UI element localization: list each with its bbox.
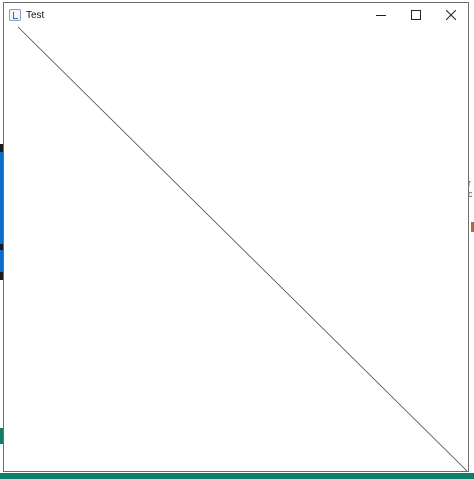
drawing-canvas[interactable] <box>4 27 468 471</box>
window-title: Test <box>26 9 45 21</box>
window-controls <box>363 3 468 27</box>
minimize-icon <box>375 15 386 16</box>
java-cup-icon[interactable] <box>9 9 21 21</box>
maximize-icon <box>410 10 421 20</box>
diagonal-line <box>17 27 468 471</box>
taskbar-edge <box>0 473 474 479</box>
desktop: rc Test <box>0 0 474 479</box>
title-bar[interactable]: Test <box>4 3 468 27</box>
close-icon <box>445 10 456 20</box>
close-button[interactable] <box>433 3 468 27</box>
minimize-button[interactable] <box>363 3 398 27</box>
canvas-drawing <box>17 27 468 471</box>
maximize-button[interactable] <box>398 3 433 27</box>
app-window: Test <box>3 2 469 472</box>
